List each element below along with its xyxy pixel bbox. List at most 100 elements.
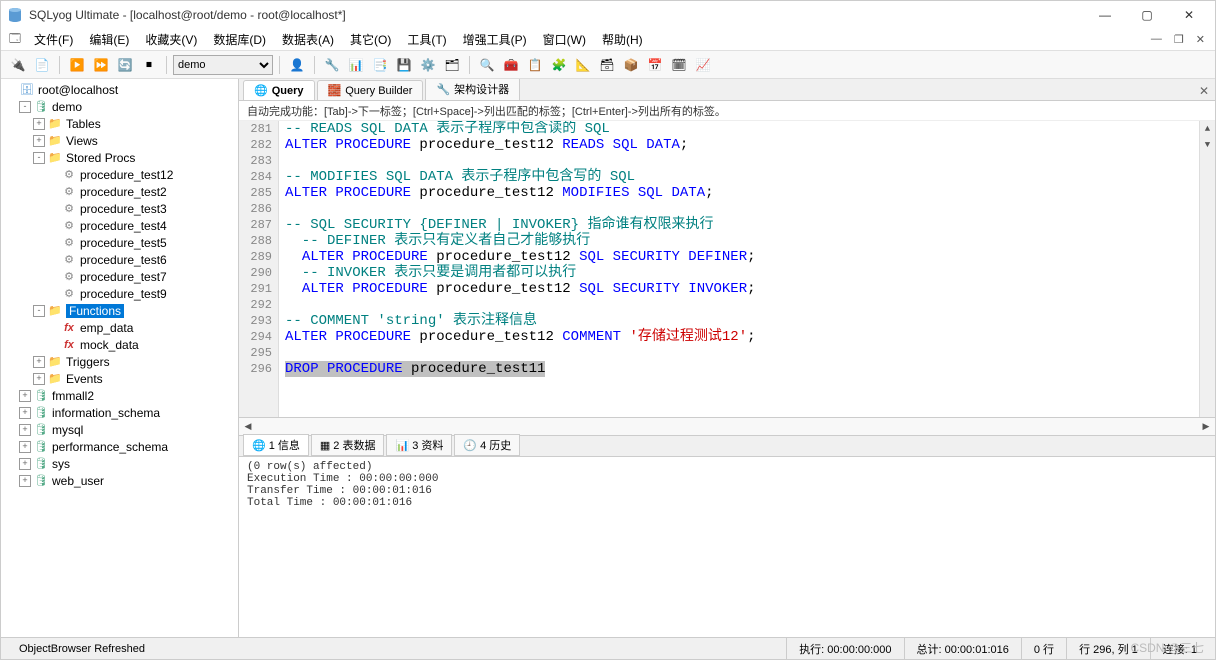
tree-node[interactable]: -🛢demo — [1, 98, 238, 115]
menu-item[interactable]: 工具(T) — [399, 28, 454, 51]
results-panel[interactable]: (0 row(s) affected) Execution Time : 00:… — [239, 457, 1215, 637]
scroll-down-icon[interactable]: ▼ — [1200, 137, 1215, 153]
scroll-right-icon[interactable]: ▶ — [1197, 419, 1215, 435]
mdi-close[interactable]: ✕ — [1192, 32, 1209, 47]
stop-icon[interactable]: ⏹ — [138, 54, 160, 76]
code-line[interactable]: ALTER PROCEDURE procedure_test12 SQL SEC… — [285, 249, 1215, 265]
execute-icon[interactable]: ▶️ — [66, 54, 88, 76]
tree-node[interactable]: +🛢web_user — [1, 472, 238, 489]
tab-query[interactable]: 🌐Query — [243, 80, 315, 100]
menu-item[interactable]: 窗口(W) — [535, 28, 594, 51]
menu-item[interactable]: 增强工具(P) — [455, 28, 535, 51]
tree-node[interactable]: ⚙procedure_test3 — [1, 200, 238, 217]
tool-icon[interactable]: 🗓 — [668, 54, 690, 76]
menu-item[interactable]: 帮助(H) — [594, 28, 651, 51]
tool-icon[interactable]: 📋 — [524, 54, 546, 76]
code-line[interactable]: -- COMMENT 'string' 表示注释信息 — [285, 313, 1215, 329]
expand-icon[interactable]: + — [33, 135, 45, 147]
scroll-left-icon[interactable]: ◀ — [239, 419, 257, 435]
result-tab-profile[interactable]: 📊3 资料 — [386, 434, 452, 456]
collapse-icon[interactable]: - — [33, 152, 45, 164]
menu-item[interactable]: 收藏夹(V) — [137, 28, 205, 51]
code-line[interactable]: -- SQL SECURITY {DEFINER | INVOKER} 指命谁有… — [285, 217, 1215, 233]
tab-builder[interactable]: 🧱Query Builder — [317, 80, 424, 100]
tool-icon[interactable]: 📈 — [692, 54, 714, 76]
tool-icon[interactable]: 📐 — [572, 54, 594, 76]
code-line[interactable]: ALTER PROCEDURE procedure_test12 COMMENT… — [285, 329, 1215, 345]
object-browser[interactable]: 🗄root@localhost-🛢demo+📁Tables+📁Views-📁St… — [1, 79, 239, 637]
tree-node[interactable]: ⚙procedure_test6 — [1, 251, 238, 268]
new-query-icon[interactable]: 📄 — [31, 54, 53, 76]
tool-icon[interactable]: 🗂 — [441, 54, 463, 76]
menu-item[interactable]: 数据库(D) — [205, 28, 274, 51]
code-line[interactable]: ALTER PROCEDURE procedure_test12 READS S… — [285, 137, 1215, 153]
tool-icon[interactable]: 📦 — [620, 54, 642, 76]
menu-item[interactable]: 数据表(A) — [274, 28, 342, 51]
code-line[interactable]: -- MODIFIES SQL DATA 表示子程序中包含写的 SQL — [285, 169, 1215, 185]
tool-icon[interactable]: 🔧 — [321, 54, 343, 76]
result-tab-data[interactable]: ▦2 表数据 — [311, 434, 385, 456]
tree-node[interactable]: +🛢sys — [1, 455, 238, 472]
menu-item[interactable]: 其它(O) — [342, 28, 399, 51]
minimize-button[interactable]: — — [1085, 4, 1125, 26]
expand-icon[interactable]: + — [33, 356, 45, 368]
tree-node[interactable]: -📁Functions — [1, 302, 238, 319]
expand-icon[interactable]: + — [19, 458, 31, 470]
mdi-minimize[interactable]: — — [1147, 32, 1166, 47]
tree-node[interactable]: +🛢fmmall2 — [1, 387, 238, 404]
result-tab-info[interactable]: 🌐1 信息 — [243, 434, 309, 456]
menu-item[interactable]: 编辑(E) — [81, 28, 137, 51]
tree-node[interactable]: +📁Events — [1, 370, 238, 387]
tree-node[interactable]: ⚙procedure_test7 — [1, 268, 238, 285]
code-line[interactable] — [285, 297, 1215, 313]
tree-node[interactable]: ⚙procedure_test2 — [1, 183, 238, 200]
tool-icon[interactable]: 🗃 — [596, 54, 618, 76]
tab-designer[interactable]: 🔧架构设计器 — [425, 79, 520, 100]
expand-icon[interactable]: + — [19, 407, 31, 419]
tree-node[interactable]: +🛢information_schema — [1, 404, 238, 421]
scroll-up-icon[interactable]: ▲ — [1200, 121, 1215, 137]
new-conn-icon[interactable]: 🔌 — [7, 54, 29, 76]
expand-icon[interactable]: + — [19, 390, 31, 402]
code-line[interactable]: DROP PROCEDURE procedure_test11 — [285, 361, 1215, 377]
code-line[interactable] — [285, 201, 1215, 217]
close-tab-button[interactable]: ✕ — [1193, 82, 1215, 100]
tool-icon[interactable]: 🔍 — [476, 54, 498, 76]
expand-icon[interactable]: + — [19, 441, 31, 453]
tool-icon[interactable]: 📑 — [369, 54, 391, 76]
tree-node[interactable]: +📁Tables — [1, 115, 238, 132]
tree-node[interactable]: -📁Stored Procs — [1, 149, 238, 166]
user-icon[interactable]: 👤 — [286, 54, 308, 76]
close-button[interactable]: ✕ — [1169, 4, 1209, 26]
tree-node[interactable]: fxmock_data — [1, 336, 238, 353]
expand-icon[interactable]: + — [19, 475, 31, 487]
code-area[interactable]: -- READS SQL DATA 表示子程序中包含读的 SQLALTER PR… — [279, 121, 1215, 417]
tool-icon[interactable]: 🧰 — [500, 54, 522, 76]
tree-node[interactable]: ⚙procedure_test9 — [1, 285, 238, 302]
execute-all-icon[interactable]: ⏩ — [90, 54, 112, 76]
menu-item[interactable]: 文件(F) — [26, 28, 81, 51]
tool-icon[interactable]: 📊 — [345, 54, 367, 76]
tree-node[interactable]: +📁Triggers — [1, 353, 238, 370]
tree-node[interactable]: 🗄root@localhost — [1, 81, 238, 98]
tree-node[interactable]: ⚙procedure_test5 — [1, 234, 238, 251]
tree-node[interactable]: fxemp_data — [1, 319, 238, 336]
tool-icon[interactable]: ⚙️ — [417, 54, 439, 76]
refresh-icon[interactable]: 🔄 — [114, 54, 136, 76]
tool-icon[interactable]: 📅 — [644, 54, 666, 76]
horizontal-scrollbar[interactable]: ◀ ▶ — [239, 417, 1215, 435]
collapse-icon[interactable]: - — [19, 101, 31, 113]
tree-node[interactable]: +🛢performance_schema — [1, 438, 238, 455]
code-line[interactable]: ALTER PROCEDURE procedure_test12 MODIFIE… — [285, 185, 1215, 201]
tree-node[interactable]: +🛢mysql — [1, 421, 238, 438]
expand-icon[interactable]: + — [33, 373, 45, 385]
expand-icon[interactable]: + — [33, 118, 45, 130]
tree-node[interactable]: +📁Views — [1, 132, 238, 149]
code-line[interactable]: -- INVOKER 表示只要是调用者都可以执行 — [285, 265, 1215, 281]
code-line[interactable] — [285, 345, 1215, 361]
mdi-restore[interactable]: ❐ — [1170, 32, 1188, 47]
result-tab-history[interactable]: 🕘4 历史 — [454, 434, 520, 456]
code-line[interactable]: ALTER PROCEDURE procedure_test12 SQL SEC… — [285, 281, 1215, 297]
tree-node[interactable]: ⚙procedure_test4 — [1, 217, 238, 234]
collapse-icon[interactable]: - — [33, 305, 45, 317]
